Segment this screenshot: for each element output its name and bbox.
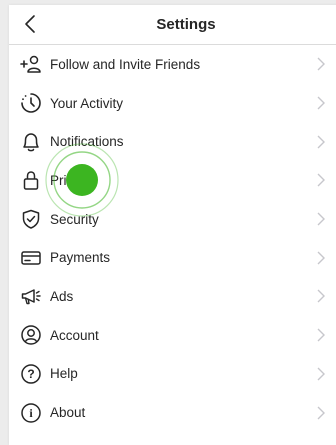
svg-text:?: ? [27,367,34,381]
menu-item-account[interactable]: Account [9,316,336,355]
menu-item-label: Account [50,327,99,343]
settings-screen: Settings Follow and Invite Friends Your … [9,5,336,445]
credit-card-icon [20,247,42,269]
menu-item-notifications[interactable]: Notifications [9,122,336,161]
chevron-right-icon [316,406,326,420]
chevron-right-icon [316,328,326,342]
menu-item-follow-invite[interactable]: Follow and Invite Friends [9,45,336,84]
info-circle-icon: i [20,402,42,424]
chevron-right-icon [316,289,326,303]
menu-item-label: Ads [50,288,74,304]
lock-icon [20,169,42,191]
svg-text:i: i [29,406,33,420]
bell-icon [20,131,42,153]
settings-list: Follow and Invite Friends Your Activity [9,45,336,432]
menu-item-ads[interactable]: Ads [9,277,336,316]
menu-item-label: Follow and Invite Friends [50,56,201,72]
chevron-right-icon [316,212,326,226]
add-person-icon [20,53,42,75]
menu-item-label: Payments [50,250,111,266]
menu-item-your-activity[interactable]: Your Activity [9,84,336,123]
menu-item-help[interactable]: ? Help [9,355,336,394]
chevron-right-icon [316,96,326,110]
megaphone-icon [20,285,42,307]
help-circle-icon: ? [20,363,42,385]
chevron-right-icon [316,173,326,187]
activity-clock-icon [20,92,42,114]
chevron-right-icon [316,251,326,265]
menu-item-label: Help [50,366,78,382]
chevron-right-icon [316,57,326,71]
menu-item-payments[interactable]: Payments [9,238,336,277]
page-title: Settings [156,16,216,33]
account-circle-icon [20,324,42,346]
menu-item-label: Notifications [50,134,124,150]
chevron-right-icon [316,367,326,381]
menu-item-label: Privacy [50,172,95,188]
menu-item-privacy[interactable]: Privacy [9,161,336,200]
menu-item-about[interactable]: i About [9,393,336,432]
menu-item-label: Your Activity [50,95,124,111]
menu-item-security[interactable]: Security [9,200,336,239]
menu-item-label: About [50,405,86,421]
shield-check-icon [20,208,42,230]
header-bar: Settings [9,5,336,45]
chevron-right-icon [316,135,326,149]
menu-item-label: Security [50,211,99,227]
